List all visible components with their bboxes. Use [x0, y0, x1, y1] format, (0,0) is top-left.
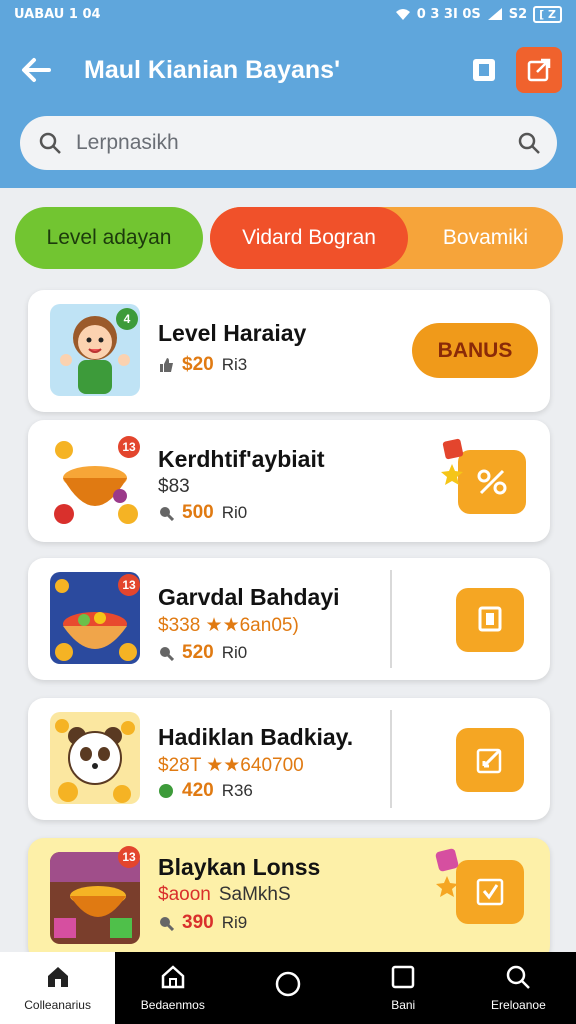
- bonus-button[interactable]: BANUS: [412, 323, 538, 378]
- star-sticker-icon: [441, 438, 464, 485]
- status-time: UABAU 1 04: [14, 6, 101, 22]
- home-icon: [47, 967, 68, 987]
- nav-item-ereloanoe[interactable]: Ereloanoe: [461, 952, 576, 1024]
- list-item[interactable]: 4 Level Haraiay $20 Ri3 BANUS: [28, 290, 550, 412]
- item-thumbnail: [50, 712, 140, 804]
- item-price-row: $20 Ri3: [158, 354, 247, 376]
- search-input[interactable]: [76, 131, 517, 155]
- item-price-row: 390 Ri9: [158, 912, 247, 934]
- item-unit: Ri0: [221, 503, 248, 522]
- list-item[interactable]: 13 Kerdhtif'aybiait $83 500 Ri0: [28, 420, 550, 542]
- item-sub-text-2: SaMkhS: [218, 884, 291, 905]
- item-sub: $338 ★★6an05): [158, 614, 299, 637]
- item-price: 520: [182, 642, 214, 663]
- item-unit: Ri3: [221, 355, 248, 374]
- item-name: Level Haraiay: [158, 320, 307, 346]
- panda-character-icon: [55, 719, 135, 803]
- item-unit: Ri0: [221, 643, 248, 662]
- nav-label: Bedaenmos: [140, 998, 205, 1012]
- bottom-nav: Colleanarius Bedaenmos Bani Ereloanoe: [0, 952, 576, 1024]
- item-sub: $83: [158, 476, 190, 498]
- item-sub: $aoon SaMkhS: [158, 884, 291, 906]
- bookmark-icon: [473, 59, 495, 81]
- share-button[interactable]: [516, 47, 562, 93]
- item-name: Garvdal Bahdayi: [158, 584, 340, 610]
- item-sub-text: $338 ★★6an05): [158, 615, 299, 636]
- back-button[interactable]: [14, 48, 58, 92]
- tab-bovamiki[interactable]: Bovamiki: [408, 207, 563, 269]
- item-sub-text: $28T ★★640700: [158, 755, 304, 776]
- status-signal-text: 0 3 3I 0S: [416, 6, 481, 22]
- item-unit: Ri9: [221, 913, 248, 932]
- item-name: Kerdhtif'aybiait: [158, 446, 325, 472]
- status-bar: UABAU 1 04 0 3 3I 0S S2 [ Z: [0, 0, 576, 28]
- page-title: Maul Kianian Bayans': [84, 55, 341, 84]
- item-price-row: 520 Ri0: [158, 642, 247, 664]
- wifi-icon: [395, 9, 410, 20]
- list-item[interactable]: 13 Garvdal Bahdayi $338 ★★6an05) 520 Ri0: [28, 558, 550, 680]
- item-sub-text: $83: [158, 476, 190, 497]
- search-icon: [39, 132, 61, 154]
- item-badge: 13: [118, 436, 140, 458]
- item-unit: R36: [221, 781, 253, 800]
- house-icon: [161, 965, 185, 989]
- divider: [390, 570, 392, 668]
- checkbox-icon: [476, 878, 504, 906]
- item-price: 500: [182, 502, 214, 523]
- nav-label: Bani: [391, 998, 416, 1012]
- search-bar: [20, 116, 557, 170]
- nav-label: Ereloanoe: [491, 998, 546, 1012]
- tag-icon: [160, 507, 174, 521]
- chat-button[interactable]: [456, 588, 524, 652]
- item-badge: 4: [116, 308, 138, 330]
- item-price-row: 500 Ri0: [158, 502, 247, 524]
- nav-item-circle[interactable]: [230, 952, 345, 1024]
- signal-icon: [487, 8, 502, 20]
- tab-level[interactable]: Level adayan: [15, 207, 203, 269]
- item-sub-text: $aoon: [158, 884, 211, 905]
- nav-label: Colleanarius: [24, 998, 91, 1012]
- share-icon: [527, 58, 551, 82]
- nav-item-colleanarius[interactable]: Colleanarius: [0, 952, 116, 1024]
- category-tabs: Level adayan Vidard Bogran Bovamiki: [15, 207, 563, 269]
- item-price-row: 420 R36: [158, 780, 253, 802]
- back-arrow-icon: [22, 58, 51, 82]
- divider: [390, 710, 392, 808]
- circle-icon: [275, 971, 301, 997]
- edit-button[interactable]: [456, 728, 524, 792]
- thumb-up-icon: [160, 358, 173, 372]
- search-area: [0, 112, 576, 188]
- item-name: Blaykan Lonss: [158, 854, 321, 880]
- tag-icon: [160, 647, 174, 661]
- app-bar: Maul Kianian Bayans': [0, 28, 576, 112]
- list-item[interactable]: 13 Blaykan Lonss $aoon SaMkhS 390 Ri9: [28, 838, 550, 962]
- item-badge: 13: [118, 846, 140, 868]
- item-badge: 13: [118, 574, 140, 596]
- status-extra: S2: [508, 6, 528, 22]
- status-icons: 0 3 3I 0S S2 [ Z: [395, 5, 562, 23]
- tab-vidard[interactable]: Vidard Bogran: [210, 207, 408, 269]
- item-sub: $28T ★★640700: [158, 754, 304, 777]
- sticker-icon: [435, 848, 459, 897]
- search-submit-icon[interactable]: [517, 131, 541, 155]
- item-price: 390: [182, 912, 214, 933]
- percent-icon: [477, 469, 507, 495]
- nav-item-bedaenmos[interactable]: Bedaenmos: [115, 952, 230, 1024]
- square-icon: [391, 965, 415, 989]
- bookmark-button[interactable]: [464, 50, 504, 90]
- chat-icon: [478, 606, 502, 632]
- tag-icon: [160, 917, 174, 931]
- list-item[interactable]: Hadiklan Badkiay. $28T ★★640700 420 R36: [28, 698, 550, 820]
- green-dot-icon: [159, 784, 173, 798]
- search-icon: [507, 965, 531, 989]
- item-name: Hadiklan Badkiay.: [158, 724, 354, 750]
- item-price: 420: [182, 780, 214, 801]
- edit-icon: [476, 748, 502, 774]
- item-price: $20: [182, 354, 214, 375]
- nav-item-bani[interactable]: Bani: [346, 952, 461, 1024]
- battery-icon: [ Z: [533, 5, 562, 23]
